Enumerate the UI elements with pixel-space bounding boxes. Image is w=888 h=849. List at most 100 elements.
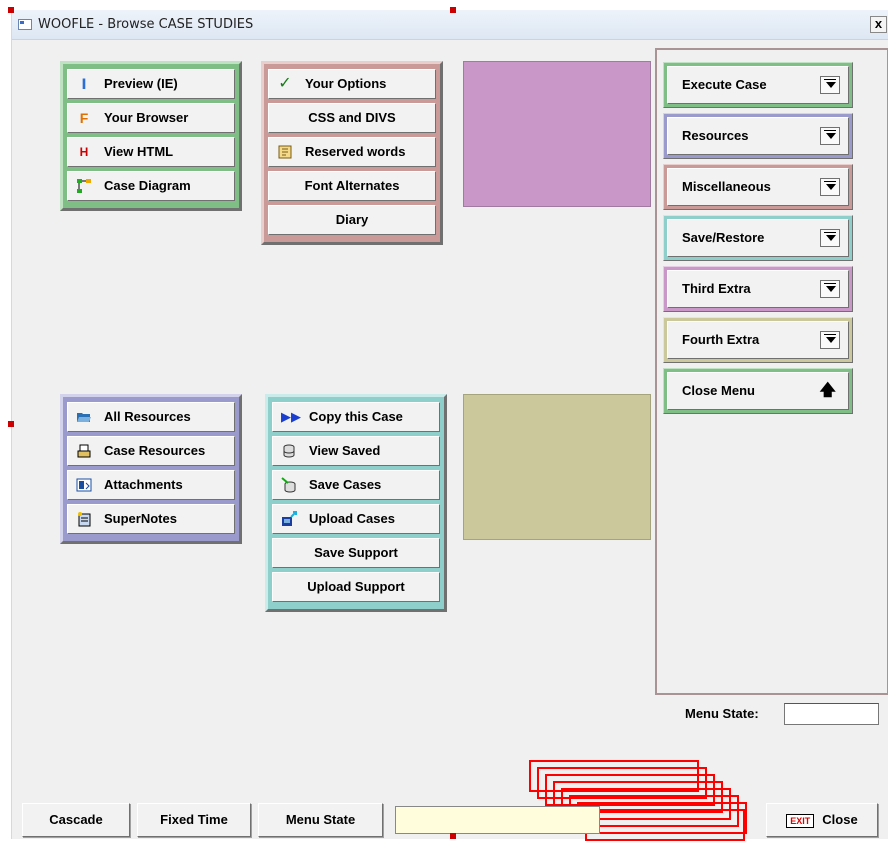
close-label: Close (822, 812, 858, 827)
upload-support-button[interactable]: Upload Support (272, 572, 440, 602)
preview-ie-button[interactable]: Ⅰ Preview (IE) (67, 69, 235, 99)
save-restore-menu-face: Save/Restore (667, 219, 849, 257)
diary-button[interactable]: Diary (268, 205, 436, 235)
dropdown-arrow-icon (820, 229, 840, 247)
copy-this-case-button[interactable]: ▶▶ Copy this Case (272, 402, 440, 432)
resources-menu-label: Resources (682, 128, 749, 143)
reserved-words-button[interactable]: Reserved words (268, 137, 436, 167)
window-close-button[interactable]: x (870, 16, 887, 33)
miscellaneous-menu-label: Miscellaneous (682, 179, 771, 194)
upload-icon (281, 511, 297, 527)
close-menu-label: Close Menu (682, 383, 755, 398)
title-bar: WOOFLE - Browse CASE STUDIES x (12, 10, 888, 40)
save-database-icon (281, 477, 297, 493)
attachments-button[interactable]: Attachments (67, 470, 235, 500)
app-window-icon (18, 19, 32, 30)
miscellaneous-menu-button[interactable]: Miscellaneous (663, 164, 853, 210)
notes-icon (76, 511, 92, 527)
save-cases-button[interactable]: Save Cases (272, 470, 440, 500)
firefox-browser-icon: F (79, 110, 89, 126)
attachment-icon (76, 477, 92, 493)
resources-menu-button[interactable]: Resources (663, 113, 853, 159)
upload-cases-button[interactable]: Upload Cases (272, 504, 440, 534)
close-menu-button[interactable]: Close Menu 🡅 (663, 368, 853, 414)
case-diagram-label: Case Diagram (104, 178, 191, 193)
diagram-icon (76, 178, 92, 194)
miscellaneous-menu-face: Miscellaneous (667, 168, 849, 206)
resources-button-group: All Resources Case Resources Attachments… (60, 394, 242, 544)
upload-cases-label: Upload Cases (309, 511, 395, 526)
dropdown-arrow-icon (820, 76, 840, 94)
selection-handle[interactable] (8, 7, 14, 13)
up-arrow-icon: 🡅 (819, 382, 836, 399)
html-icon: H (79, 145, 89, 159)
fast-forward-icon: ▶▶ (281, 409, 301, 424)
selection-handle[interactable] (450, 7, 456, 13)
your-options-button[interactable]: ✓ Your Options (268, 69, 436, 99)
supernotes-button[interactable]: SuperNotes (67, 504, 235, 534)
exit-icon: EXIT (786, 813, 815, 828)
execute-case-menu-button[interactable]: Execute Case (663, 62, 853, 108)
status-field (395, 806, 600, 834)
close-menu-face: Close Menu 🡅 (667, 372, 849, 410)
your-browser-label: Your Browser (104, 110, 189, 125)
upload-support-label: Upload Support (307, 579, 405, 594)
checkmark-icon: ✓ (278, 75, 292, 92)
resources-menu-face: Resources (667, 117, 849, 155)
side-menu-panel: Execute Case Resources Miscellaneous Sav… (655, 48, 888, 695)
font-alternates-button[interactable]: Font Alternates (268, 171, 436, 201)
save-restore-menu-label: Save/Restore (682, 230, 765, 245)
dropdown-arrow-icon (820, 331, 840, 349)
fixed-time-button[interactable]: Fixed Time (137, 803, 251, 837)
save-support-button[interactable]: Save Support (272, 538, 440, 568)
your-options-label: Your Options (305, 76, 387, 91)
preview-ie-label: Preview (IE) (104, 76, 178, 91)
menu-state-field[interactable] (784, 703, 879, 725)
database-icon (281, 443, 297, 459)
scanner-icon (76, 443, 92, 459)
execute-case-menu-label: Execute Case (682, 77, 767, 92)
all-resources-button[interactable]: All Resources (67, 402, 235, 432)
css-and-divs-button[interactable]: CSS and DIVS (268, 103, 436, 133)
cascade-button[interactable]: Cascade (22, 803, 130, 837)
book-icon (277, 144, 293, 160)
save-cases-label: Save Cases (309, 477, 382, 492)
menu-state-button[interactable]: Menu State (258, 803, 383, 837)
save-support-label: Save Support (314, 545, 398, 560)
dropdown-arrow-icon (820, 178, 840, 196)
fourth-extra-menu-button[interactable]: Fourth Extra (663, 317, 853, 363)
attachments-label: Attachments (104, 477, 183, 492)
color-swatch-top (463, 61, 651, 207)
view-saved-button[interactable]: View Saved (272, 436, 440, 466)
css-and-divs-label: CSS and DIVS (308, 110, 396, 125)
third-extra-menu-label: Third Extra (682, 281, 751, 296)
third-extra-menu-button[interactable]: Third Extra (663, 266, 853, 312)
case-resources-label: Case Resources (104, 443, 206, 458)
selection-handle[interactable] (8, 421, 14, 427)
open-folder-icon (76, 409, 92, 425)
your-browser-button[interactable]: F Your Browser (67, 103, 235, 133)
font-alternates-label: Font Alternates (304, 178, 400, 193)
dropdown-arrow-icon (820, 127, 840, 145)
supernotes-label: SuperNotes (104, 511, 177, 526)
view-button-group: Ⅰ Preview (IE) F Your Browser H View HTM… (60, 61, 242, 211)
selection-handle[interactable] (450, 833, 456, 839)
reserved-words-label: Reserved words (305, 144, 406, 159)
close-button[interactable]: EXIT Close (766, 803, 878, 837)
cases-button-group: ▶▶ Copy this Case View Saved Save Cases … (265, 394, 447, 612)
case-diagram-button[interactable]: Case Diagram (67, 171, 235, 201)
view-html-label: View HTML (104, 144, 174, 159)
view-html-button[interactable]: H View HTML (67, 137, 235, 167)
view-saved-label: View Saved (309, 443, 381, 458)
ie-preview-icon: Ⅰ (81, 76, 87, 92)
fourth-extra-menu-label: Fourth Extra (682, 332, 760, 347)
all-resources-label: All Resources (104, 409, 191, 424)
save-restore-menu-button[interactable]: Save/Restore (663, 215, 853, 261)
fourth-extra-menu-face: Fourth Extra (667, 321, 849, 359)
red-overlap-decoration (529, 760, 759, 849)
color-swatch-bottom (463, 394, 651, 540)
copy-this-case-label: Copy this Case (309, 409, 403, 424)
main-window: WOOFLE - Browse CASE STUDIES x Ⅰ Preview… (11, 10, 888, 841)
third-extra-menu-face: Third Extra (667, 270, 849, 308)
case-resources-button[interactable]: Case Resources (67, 436, 235, 466)
